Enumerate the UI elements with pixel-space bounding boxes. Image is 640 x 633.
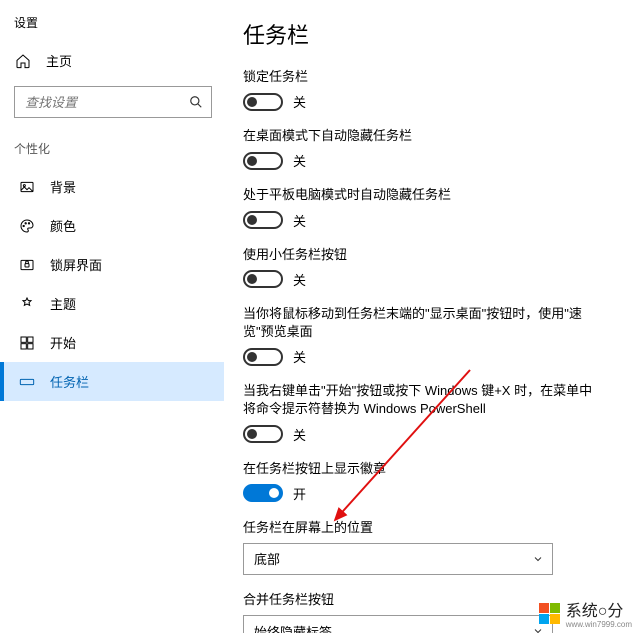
search-input[interactable]	[14, 86, 212, 118]
sidebar-item-colors[interactable]: 颜色	[0, 206, 224, 245]
setting-label-autohide-tablet: 处于平板电脑模式时自动隐藏任务栏	[243, 186, 610, 204]
home-button[interactable]: 主页	[0, 43, 224, 78]
toggle-state: 关	[293, 92, 306, 111]
app-title: 设置	[0, 8, 224, 43]
sidebar-item-label: 背景	[50, 177, 76, 196]
toggle-state: 关	[293, 270, 306, 289]
watermark: 系统○分 www.win7999.com	[539, 597, 632, 629]
setting-label-lock: 锁定任务栏	[243, 68, 610, 86]
sidebar-item-label: 锁屏界面	[50, 255, 102, 274]
sidebar-item-label: 主题	[50, 294, 76, 313]
setting-label-peek: 当你将鼠标移动到任务栏末端的"显示桌面"按钮时，使用"速览"预览桌面	[243, 305, 603, 341]
toggle-state: 关	[293, 151, 306, 170]
sidebar: 设置 主页 个性化 背景 颜色	[0, 0, 225, 633]
setting-label-powershell: 当我右键单击"开始"按钮或按下 Windows 键+X 时，在菜单中将命令提示符…	[243, 382, 603, 418]
sidebar-item-label: 任务栏	[50, 372, 89, 391]
sidebar-item-start[interactable]: 开始	[0, 323, 224, 362]
dropdown-position[interactable]: 底部	[243, 543, 553, 575]
lockscreen-icon	[18, 256, 36, 274]
sidebar-item-background[interactable]: 背景	[0, 167, 224, 206]
toggle-state: 开	[293, 484, 306, 503]
home-label: 主页	[46, 51, 72, 70]
sidebar-item-label: 颜色	[50, 216, 76, 235]
toggle-peek[interactable]: 关	[243, 347, 610, 366]
microsoft-logo-icon	[539, 603, 560, 624]
search-field[interactable]	[14, 86, 212, 118]
toggle-powershell[interactable]: 关	[243, 425, 610, 444]
theme-icon	[18, 295, 36, 313]
start-icon	[18, 334, 36, 352]
dropdown-value: 始终隐藏标签	[254, 622, 332, 633]
sidebar-section-label: 个性化	[0, 126, 224, 167]
toggle-state: 关	[293, 347, 306, 366]
palette-icon	[18, 217, 36, 235]
watermark-brand: 系统○分	[566, 597, 632, 621]
sidebar-item-taskbar[interactable]: 任务栏	[0, 362, 224, 401]
chevron-down-icon	[532, 553, 544, 565]
picture-icon	[18, 178, 36, 196]
taskbar-icon	[18, 373, 36, 391]
setting-label-position: 任务栏在屏幕上的位置	[243, 519, 610, 537]
toggle-state: 关	[293, 211, 306, 230]
toggle-small-buttons[interactable]: 关	[243, 270, 610, 289]
toggle-lock[interactable]: 关	[243, 92, 610, 111]
sidebar-item-themes[interactable]: 主题	[0, 284, 224, 323]
setting-label-autohide-desktop: 在桌面模式下自动隐藏任务栏	[243, 127, 610, 145]
watermark-url: www.win7999.com	[566, 621, 632, 629]
setting-label-badges: 在任务栏按钮上显示徽章	[243, 460, 610, 478]
toggle-state: 关	[293, 425, 306, 444]
setting-label-small-buttons: 使用小任务栏按钮	[243, 246, 610, 264]
home-icon	[14, 52, 32, 70]
toggle-badges[interactable]: 开	[243, 484, 610, 503]
main-panel: 任务栏 锁定任务栏 关 在桌面模式下自动隐藏任务栏 关 处于平板电脑模式时自动隐…	[225, 0, 640, 633]
page-title: 任务栏	[243, 18, 610, 50]
toggle-autohide-tablet[interactable]: 关	[243, 211, 610, 230]
sidebar-item-lockscreen[interactable]: 锁屏界面	[0, 245, 224, 284]
search-icon	[186, 92, 206, 112]
dropdown-combine[interactable]: 始终隐藏标签	[243, 615, 553, 633]
dropdown-value: 底部	[254, 549, 280, 568]
toggle-autohide-desktop[interactable]: 关	[243, 151, 610, 170]
sidebar-item-label: 开始	[50, 333, 76, 352]
